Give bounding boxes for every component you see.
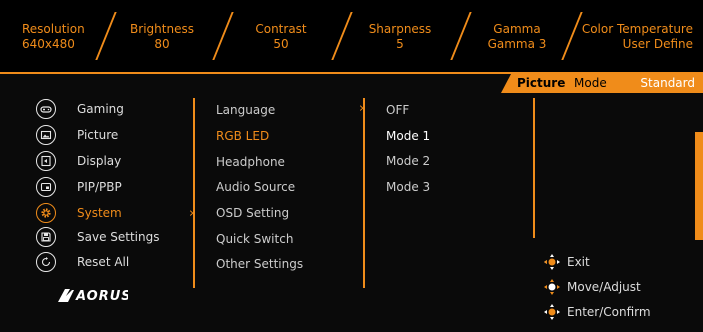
aorus-logo: AORUS — [56, 286, 131, 308]
picture-icon — [36, 125, 56, 145]
submenu-item-language[interactable]: Language — [216, 103, 275, 118]
reset-icon — [36, 252, 56, 272]
menu-item-label: Display — [77, 154, 122, 168]
status-value: Gamma 3 — [487, 37, 547, 51]
submenu-item-quick-switch[interactable]: Quick Switch — [216, 232, 293, 247]
status-sharpness: Sharpness 5 — [367, 22, 433, 52]
column-divider — [533, 98, 535, 238]
hint-label: Exit — [567, 255, 590, 269]
osd-panel: Picture Mode Standard Gaming Picture Dis… — [0, 72, 703, 332]
status-value: User Define — [622, 37, 693, 51]
svg-text:AORUS: AORUS — [75, 289, 128, 304]
submenu-item-other-settings[interactable]: Other Settings — [216, 257, 303, 272]
chevron-right-icon: › — [359, 101, 365, 116]
bar-notch — [501, 74, 511, 93]
menu-item-pip-pbp[interactable]: PIP/PBP — [36, 176, 122, 198]
status-value: 640x480 — [22, 37, 75, 51]
option-mode-3[interactable]: Mode 3 — [386, 180, 430, 195]
hint-exit: Exit — [543, 252, 590, 272]
save-icon — [36, 227, 56, 247]
side-scroll-tab — [695, 132, 703, 240]
divider — [212, 12, 234, 60]
joystick-move-icon — [544, 279, 560, 295]
menu-item-display[interactable]: Display — [36, 150, 121, 172]
status-bar: Resolution 640x480 Brightness 80 Contras… — [0, 0, 703, 70]
status-label: Sharpness — [368, 22, 432, 36]
chevron-right-icon: › — [189, 206, 195, 221]
gear-icon — [36, 203, 56, 223]
column-divider — [363, 98, 365, 288]
picture-mode-label: Mode — [574, 76, 607, 90]
status-value: 80 — [154, 37, 170, 51]
option-off[interactable]: OFF — [386, 103, 409, 118]
status-value: 50 — [273, 37, 289, 51]
menu-item-label: Save Settings — [77, 230, 160, 244]
status-label: Color Temperature — [581, 22, 693, 36]
option-mode-1[interactable]: Mode 1 — [386, 129, 430, 144]
display-icon — [36, 151, 56, 171]
menu-item-label: Reset All — [77, 255, 130, 269]
menu-item-label: System — [77, 206, 122, 220]
submenu-item-headphone[interactable]: Headphone — [216, 155, 285, 170]
menu-item-label: Gaming — [77, 102, 124, 116]
hint-enter-confirm: Enter/Confirm — [543, 302, 651, 322]
status-label: Brightness — [130, 22, 194, 36]
hint-move-adjust: Move/Adjust — [543, 277, 641, 297]
divider — [561, 12, 583, 60]
status-contrast: Contrast 50 — [250, 22, 312, 52]
status-resolution: Resolution 640x480 — [22, 22, 85, 52]
menu-item-reset-all[interactable]: Reset All — [36, 251, 129, 273]
joystick-exit-icon — [544, 254, 560, 270]
menu-item-save-settings[interactable]: Save Settings — [36, 226, 160, 248]
submenu-item-osd-setting[interactable]: OSD Setting — [216, 206, 289, 221]
picture-mode-title: Picture — [517, 76, 566, 90]
option-mode-2[interactable]: Mode 2 — [386, 154, 430, 169]
submenu-item-audio-source[interactable]: Audio Source — [216, 180, 295, 195]
pip-icon — [36, 177, 56, 197]
submenu-item-rgb-led[interactable]: RGB LED — [216, 129, 269, 144]
menu-item-label: PIP/PBP — [77, 180, 122, 194]
gamepad-icon — [36, 99, 56, 119]
divider — [95, 12, 117, 60]
hint-label: Move/Adjust — [567, 280, 641, 294]
joystick-enter-icon — [544, 304, 560, 320]
hint-label: Enter/Confirm — [567, 305, 651, 319]
divider — [331, 12, 353, 60]
divider — [450, 12, 472, 60]
picture-mode-value: Standard — [640, 76, 695, 90]
status-value: 5 — [396, 37, 404, 51]
menu-item-picture[interactable]: Picture — [36, 124, 118, 146]
status-brightness: Brightness 80 — [128, 22, 196, 52]
menu-item-gaming[interactable]: Gaming — [36, 98, 124, 120]
menu-item-system[interactable]: System — [36, 202, 122, 224]
menu-item-label: Picture — [77, 128, 119, 142]
status-label: Contrast — [255, 22, 307, 36]
status-label: Resolution — [22, 22, 85, 36]
status-label: Gamma — [493, 22, 541, 36]
column-divider — [193, 98, 195, 288]
status-color-temperature: Color Temperature User Define — [582, 22, 693, 52]
picture-mode-bar: Picture Mode Standard — [501, 74, 703, 93]
status-gamma: Gamma Gamma 3 — [484, 22, 550, 52]
